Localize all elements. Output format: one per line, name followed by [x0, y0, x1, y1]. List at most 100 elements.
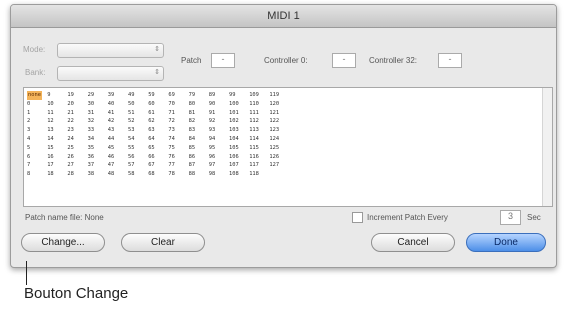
patch-cell[interactable]: 53: [128, 126, 135, 135]
patch-cell[interactable]: 37: [88, 161, 95, 170]
patch-cell[interactable]: 60: [148, 100, 155, 109]
patch-cell[interactable]: 106: [229, 153, 239, 162]
patch-cell[interactable]: 118: [249, 170, 259, 179]
patch-cell[interactable]: 70: [168, 100, 175, 109]
patch-cell[interactable]: 108: [229, 170, 239, 179]
patch-cell[interactable]: 93: [209, 126, 216, 135]
patch-cell[interactable]: 9: [47, 91, 54, 100]
patch-cell[interactable]: 32: [88, 117, 95, 126]
patch-cell[interactable]: 87: [189, 161, 196, 170]
patch-cell[interactable]: 113: [249, 126, 259, 135]
patch-cell[interactable]: 58: [128, 170, 135, 179]
patch-cell[interactable]: 63: [148, 126, 155, 135]
patch-cell[interactable]: 51: [128, 109, 135, 118]
patch-cell[interactable]: 48: [108, 170, 115, 179]
patch-cell[interactable]: 10: [47, 100, 54, 109]
patch-cell[interactable]: 65: [148, 144, 155, 153]
patch-cell[interactable]: 4: [27, 135, 42, 144]
patch-cell[interactable]: 67: [148, 161, 155, 170]
patch-cell[interactable]: 126: [269, 153, 279, 162]
patch-cell[interactable]: 96: [209, 153, 216, 162]
cancel-button[interactable]: Cancel: [371, 233, 455, 252]
patch-cell[interactable]: 100: [229, 100, 239, 109]
patch-cell[interactable]: 44: [108, 135, 115, 144]
bank-select[interactable]: ⇕: [57, 66, 164, 81]
patch-cell[interactable]: 97: [209, 161, 216, 170]
patch-cell[interactable]: 85: [189, 144, 196, 153]
patch-cell[interactable]: 16: [47, 153, 54, 162]
patch-cell[interactable]: 13: [47, 126, 54, 135]
patch-cell[interactable]: 43: [108, 126, 115, 135]
patch-cell[interactable]: 71: [168, 109, 175, 118]
patch-cell[interactable]: 15: [47, 144, 54, 153]
patch-cell[interactable]: 59: [148, 91, 155, 100]
patch-cell[interactable]: 11: [47, 109, 54, 118]
patch-cell[interactable]: 86: [189, 153, 196, 162]
patch-cell[interactable]: 88: [189, 170, 196, 179]
patch-cell[interactable]: 26: [67, 153, 74, 162]
patch-cell[interactable]: 8: [27, 170, 42, 179]
patch-cell[interactable]: 33: [88, 126, 95, 135]
patch-cell[interactable]: 80: [189, 100, 196, 109]
patch-cell[interactable]: 40: [108, 100, 115, 109]
patch-cell[interactable]: 35: [88, 144, 95, 153]
patch-cell[interactable]: 115: [249, 144, 259, 153]
patch-cell[interactable]: 17: [47, 161, 54, 170]
patch-cell[interactable]: 50: [128, 100, 135, 109]
patch-cell[interactable]: 18: [47, 170, 54, 179]
patch-cell[interactable]: 55: [128, 144, 135, 153]
patch-cell[interactable]: 109: [249, 91, 259, 100]
change-button[interactable]: Change...: [21, 233, 105, 252]
patch-cell[interactable]: 23: [67, 126, 74, 135]
patch-cell[interactable]: 49: [128, 91, 135, 100]
patch-cell[interactable]: 3: [27, 126, 42, 135]
grid-scrollbar[interactable]: [542, 88, 552, 206]
patch-cell[interactable]: 68: [148, 170, 155, 179]
patch-cell[interactable]: none: [27, 91, 42, 100]
patch-cell[interactable]: 127: [269, 161, 279, 170]
patch-cell[interactable]: 54: [128, 135, 135, 144]
patch-cell[interactable]: 77: [168, 161, 175, 170]
patch-cell[interactable]: 64: [148, 135, 155, 144]
patch-cell[interactable]: 75: [168, 144, 175, 153]
done-button[interactable]: Done: [466, 233, 546, 252]
patch-cell[interactable]: 41: [108, 109, 115, 118]
patch-cell[interactable]: 1: [27, 109, 42, 118]
patch-cell[interactable]: 73: [168, 126, 175, 135]
controller0-field[interactable]: -: [332, 53, 356, 68]
patch-cell[interactable]: 52: [128, 117, 135, 126]
patch-cell[interactable]: 121: [269, 109, 279, 118]
patch-cell[interactable]: 116: [249, 153, 259, 162]
patch-cell[interactable]: 45: [108, 144, 115, 153]
increment-checkbox[interactable]: [352, 212, 363, 223]
patch-cell[interactable]: 124: [269, 135, 279, 144]
patch-cell[interactable]: 114: [249, 135, 259, 144]
patch-cell[interactable]: 66: [148, 153, 155, 162]
patch-cell[interactable]: 29: [88, 91, 95, 100]
mode-select[interactable]: ⇕: [57, 43, 164, 58]
patch-cell[interactable]: 89: [209, 91, 216, 100]
patch-cell[interactable]: 42: [108, 117, 115, 126]
patch-cell[interactable]: 84: [189, 135, 196, 144]
patch-cell[interactable]: 91: [209, 109, 216, 118]
patch-cell[interactable]: 79: [189, 91, 196, 100]
patch-cell[interactable]: 74: [168, 135, 175, 144]
patch-cell[interactable]: 123: [269, 126, 279, 135]
patch-cell[interactable]: 2: [27, 117, 42, 126]
patch-cell[interactable]: 119: [269, 91, 279, 100]
patch-cell[interactable]: 110: [249, 100, 259, 109]
patch-field[interactable]: -: [211, 53, 235, 68]
patch-cell[interactable]: 103: [229, 126, 239, 135]
patch-cell[interactable]: 104: [229, 135, 239, 144]
patch-cell[interactable]: 30: [88, 100, 95, 109]
patch-cell[interactable]: 107: [229, 161, 239, 170]
patch-cell[interactable]: 101: [229, 109, 239, 118]
patch-cell[interactable]: 31: [88, 109, 95, 118]
patch-cell[interactable]: 7: [27, 161, 42, 170]
patch-cell[interactable]: 46: [108, 153, 115, 162]
patch-cell[interactable]: 24: [67, 135, 74, 144]
patch-cell[interactable]: 20: [67, 100, 74, 109]
increment-seconds-field[interactable]: 3: [500, 210, 521, 225]
patch-cell[interactable]: 14: [47, 135, 54, 144]
patch-cell[interactable]: 19: [67, 91, 74, 100]
